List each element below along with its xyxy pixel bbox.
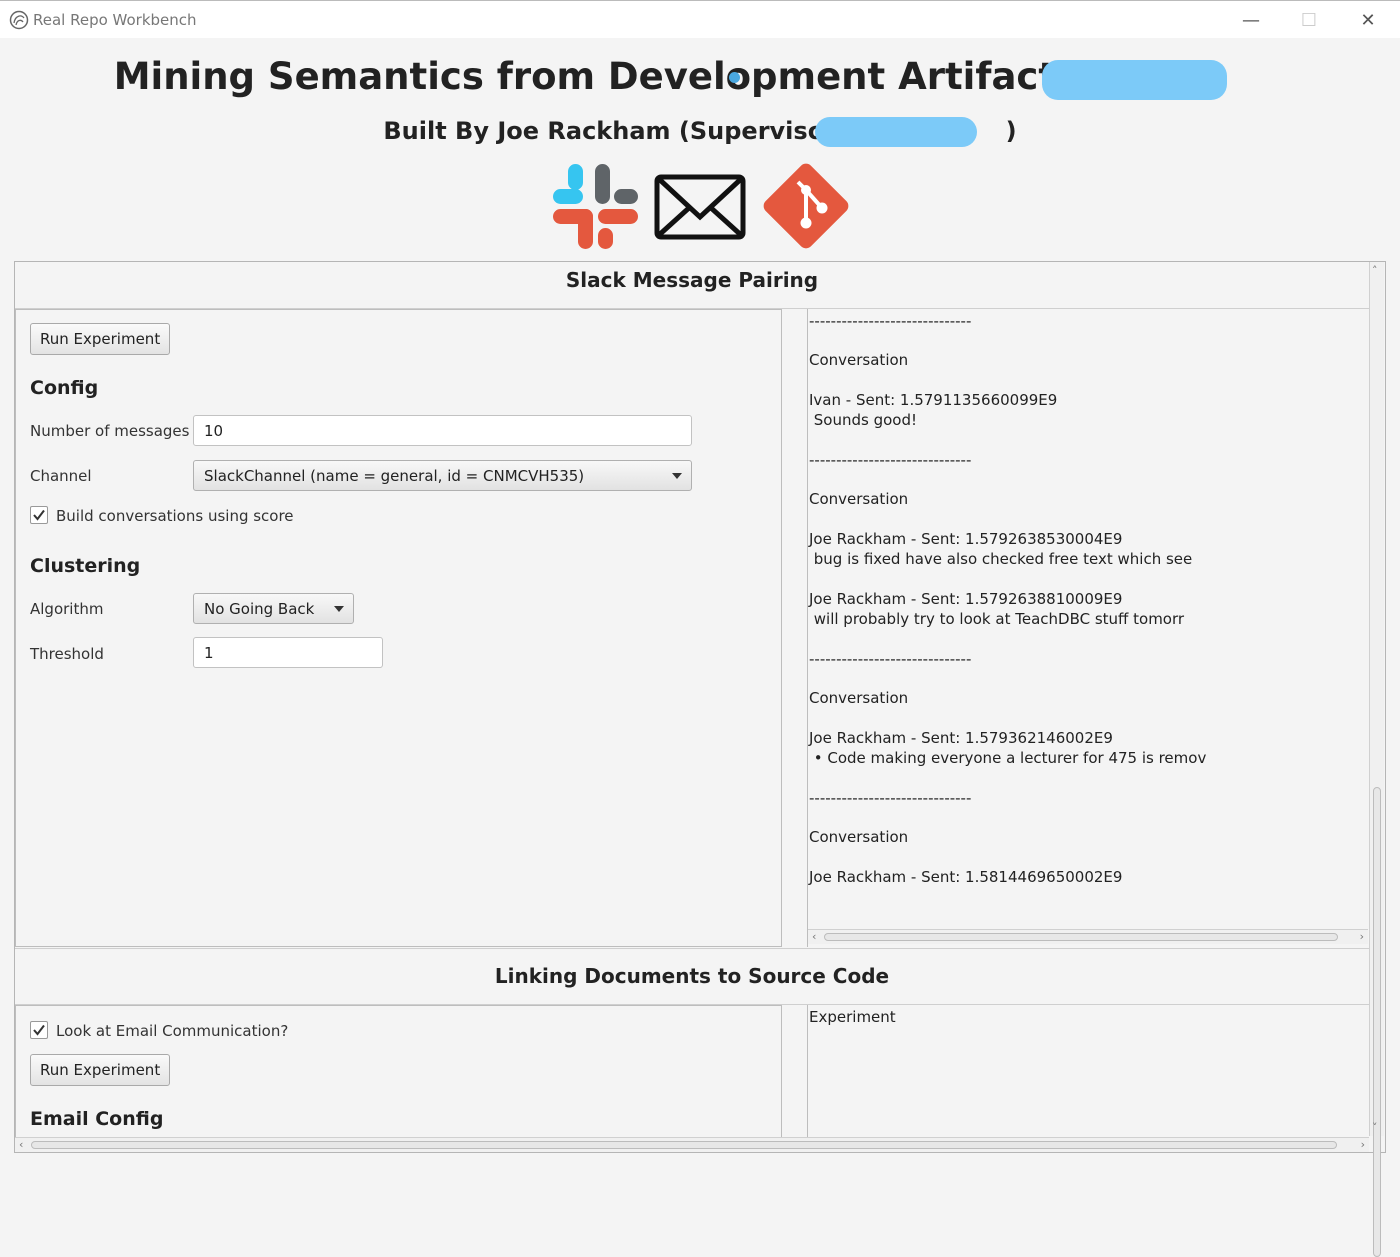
output-line: Joe Rackham - Sent: 1.579362146002E9 bbox=[809, 729, 1113, 747]
output-line: Conversation bbox=[809, 351, 909, 369]
output-line: ------------------------------ bbox=[809, 451, 972, 469]
output-line: Ivan - Sent: 1.5791135660099E9 bbox=[809, 391, 1058, 409]
slack-section-title: Slack Message Pairing bbox=[565, 268, 819, 292]
minimize-icon: — bbox=[1242, 9, 1260, 31]
output-line: ------------------------------ bbox=[809, 789, 972, 807]
main-vertical-scrollbar[interactable]: ˄ ˅ bbox=[1369, 262, 1384, 1257]
output-line: • Code making everyone a lecturer for 47… bbox=[809, 749, 1207, 767]
threshold-input[interactable]: 1 bbox=[193, 637, 383, 668]
maximize-button[interactable]: ☐ bbox=[1286, 5, 1332, 35]
chevron-down-icon bbox=[672, 473, 682, 479]
divider bbox=[15, 948, 1369, 949]
scroll-right-icon[interactable]: › bbox=[1361, 1138, 1365, 1151]
scrollbar-thumb[interactable] bbox=[1373, 787, 1381, 1257]
subtitle-prefix: Built By Joe Rackham (Supervisor: bbox=[383, 117, 846, 145]
chevron-down-icon bbox=[334, 606, 344, 612]
linking-section-title: Linking Documents to Source Code bbox=[494, 964, 890, 988]
num-messages-input[interactable]: 10 bbox=[193, 415, 692, 446]
output-line: ------------------------------ bbox=[809, 312, 972, 330]
clustering-heading: Clustering bbox=[30, 555, 141, 577]
scroll-left-icon[interactable]: ‹ bbox=[812, 930, 816, 943]
redacted-name-mark bbox=[1042, 60, 1227, 100]
algorithm-select[interactable]: No Going Back bbox=[193, 593, 354, 624]
scroll-up-icon[interactable]: ˄ bbox=[1372, 264, 1378, 277]
config-heading: Config bbox=[30, 377, 99, 399]
redaction-dot bbox=[729, 72, 740, 83]
main-horizontal-scrollbar[interactable]: ‹ › bbox=[15, 1137, 1369, 1152]
build-conversations-checkbox[interactable] bbox=[30, 506, 48, 524]
email-logo-icon bbox=[654, 174, 746, 240]
scroll-left-icon[interactable]: ‹ bbox=[19, 1138, 23, 1151]
close-button[interactable]: ✕ bbox=[1345, 5, 1391, 35]
subtitle-suffix: ) bbox=[1005, 117, 1017, 145]
output-line: Sounds good! bbox=[809, 411, 917, 429]
slack-run-experiment-button[interactable]: Run Experiment bbox=[30, 323, 171, 355]
app-icon bbox=[9, 10, 29, 30]
num-messages-label: Number of messages bbox=[30, 422, 190, 440]
window-titlebar: Real Repo Workbench — ☐ ✕ bbox=[0, 0, 1400, 38]
linking-run-experiment-button[interactable]: Run Experiment bbox=[30, 1054, 171, 1086]
output-line: Conversation bbox=[809, 828, 909, 846]
channel-label: Channel bbox=[30, 467, 92, 485]
channel-select-value: SlackChannel (name = general, id = CNMCV… bbox=[204, 466, 585, 485]
scrollbar-thumb[interactable] bbox=[31, 1141, 1337, 1149]
email-communication-checkbox[interactable] bbox=[30, 1021, 48, 1039]
email-config-heading: Email Config bbox=[30, 1108, 164, 1130]
close-icon: ✕ bbox=[1360, 9, 1376, 31]
slack-config-pane: Run Experiment Config Number of messages… bbox=[15, 309, 782, 947]
algorithm-select-value: No Going Back bbox=[204, 599, 315, 618]
maximize-icon: ☐ bbox=[1300, 9, 1318, 31]
output-line: Conversation bbox=[809, 689, 909, 707]
slack-output-textarea[interactable]: ------------------------------ Conversat… bbox=[807, 309, 1368, 947]
output-line: Conversation bbox=[809, 490, 909, 508]
output-horizontal-scrollbar[interactable]: ‹ › bbox=[808, 929, 1368, 944]
linking-output-text: Experiment bbox=[809, 1008, 896, 1026]
git-logo-icon bbox=[763, 163, 849, 249]
threshold-label: Threshold bbox=[30, 645, 104, 663]
output-line: bug is fixed have also checked free text… bbox=[809, 550, 1193, 568]
page-subtitle: Built By Joe Rackham (Supervisor:) bbox=[0, 117, 1400, 145]
minimize-button[interactable]: — bbox=[1228, 5, 1274, 35]
linking-config-pane: Look at Email Communication? Run Experim… bbox=[15, 1005, 782, 1138]
window-title: Real Repo Workbench bbox=[33, 11, 197, 29]
linking-output-textarea[interactable]: Experiment bbox=[807, 1005, 1368, 1138]
output-line: Joe Rackham - Sent: 1.5792638810009E9 bbox=[809, 590, 1123, 608]
channel-select[interactable]: SlackChannel (name = general, id = CNMCV… bbox=[193, 460, 692, 491]
scroll-right-icon[interactable]: › bbox=[1360, 930, 1364, 943]
scroll-down-icon[interactable]: ˅ bbox=[1372, 1121, 1378, 1134]
scrollbar-thumb[interactable] bbox=[824, 933, 1338, 941]
output-line: ------------------------------ bbox=[809, 650, 972, 668]
output-line: will probably try to look at TeachDBC st… bbox=[809, 610, 1185, 628]
redacted-supervisor-mark bbox=[815, 117, 977, 147]
build-conversations-label: Build conversations using score bbox=[56, 507, 294, 525]
checkmark-icon bbox=[33, 509, 45, 521]
email-communication-label: Look at Email Communication? bbox=[56, 1022, 289, 1040]
output-line: Joe Rackham - Sent: 1.5792638530004E9 bbox=[809, 530, 1123, 548]
algorithm-label: Algorithm bbox=[30, 600, 104, 618]
output-line: Joe Rackham - Sent: 1.5814469650002E9 bbox=[809, 868, 1123, 886]
slack-logo-icon bbox=[553, 164, 638, 249]
page-title-text: Mining Semantics from Development Artifa… bbox=[113, 55, 1107, 98]
checkmark-icon bbox=[33, 1024, 45, 1036]
